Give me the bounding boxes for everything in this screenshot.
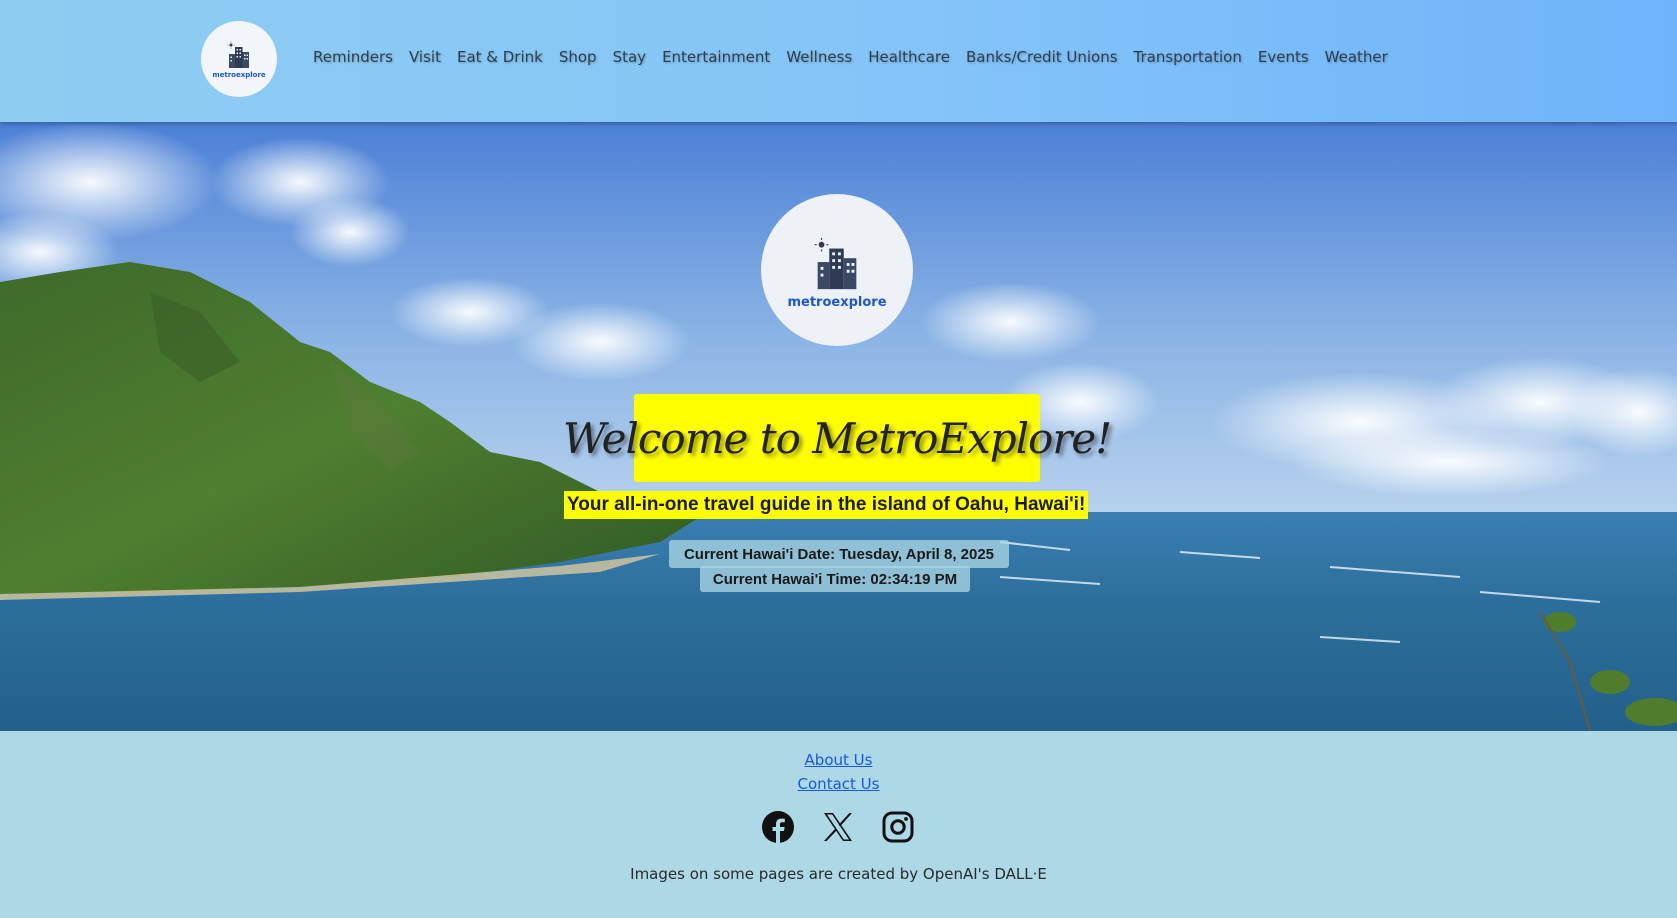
nav-entertainment[interactable]: Entertainment (662, 48, 770, 66)
nav-reminders[interactable]: Reminders (313, 48, 393, 66)
nav-stay[interactable]: Stay (613, 48, 646, 66)
hero-logo[interactable]: metroexplore (761, 194, 913, 346)
nav-shop[interactable]: Shop (559, 48, 597, 66)
nav-visit[interactable]: Visit (409, 48, 441, 66)
contact-us-link[interactable]: Contact Us (798, 775, 880, 793)
social-links (761, 810, 915, 844)
city-buildings-icon (814, 237, 857, 289)
site-footer: About Us Contact Us Images on some pages… (0, 731, 1677, 918)
about-us-link[interactable]: About Us (805, 751, 873, 769)
nav-healthcare[interactable]: Healthcare (868, 48, 950, 66)
about-link-row: About Us (0, 751, 1677, 769)
nav-events[interactable]: Events (1258, 48, 1309, 66)
welcome-heading: Welcome to MetroExplore! (562, 413, 1112, 463)
nav-weather[interactable]: Weather (1325, 48, 1388, 66)
header-logo-text: metroexplore (212, 70, 266, 79)
site-header: metroexplore Reminders Visit Eat & Drink… (0, 0, 1677, 122)
current-date: Current Hawai'i Date: Tuesday, April 8, … (669, 540, 1009, 568)
nav-eat-drink[interactable]: Eat & Drink (457, 48, 543, 66)
welcome-banner: Welcome to MetroExplore! (563, 394, 1112, 482)
hero-logo-text: metroexplore (787, 294, 887, 310)
instagram-icon[interactable] (881, 810, 915, 844)
tagline: Your all-in-one travel guide in the isla… (564, 491, 1089, 519)
nav-banks-credit-unions[interactable]: Banks/Credit Unions (966, 48, 1118, 66)
nav-wellness[interactable]: Wellness (786, 48, 852, 66)
contact-link-row: Contact Us (0, 775, 1677, 793)
x-icon[interactable] (821, 810, 855, 844)
city-buildings-icon (227, 41, 249, 68)
hero-banner: metroexplore Welcome to MetroExplore! Yo… (0, 122, 1677, 731)
current-time: Current Hawai'i Time: 02:34:19 PM (700, 566, 970, 592)
main-nav: Reminders Visit Eat & Drink Shop Stay En… (313, 48, 1404, 66)
header-logo[interactable]: metroexplore (201, 21, 277, 97)
nav-transportation[interactable]: Transportation (1134, 48, 1242, 66)
facebook-icon[interactable] (761, 810, 795, 844)
image-credit: Images on some pages are created by Open… (630, 865, 1047, 883)
